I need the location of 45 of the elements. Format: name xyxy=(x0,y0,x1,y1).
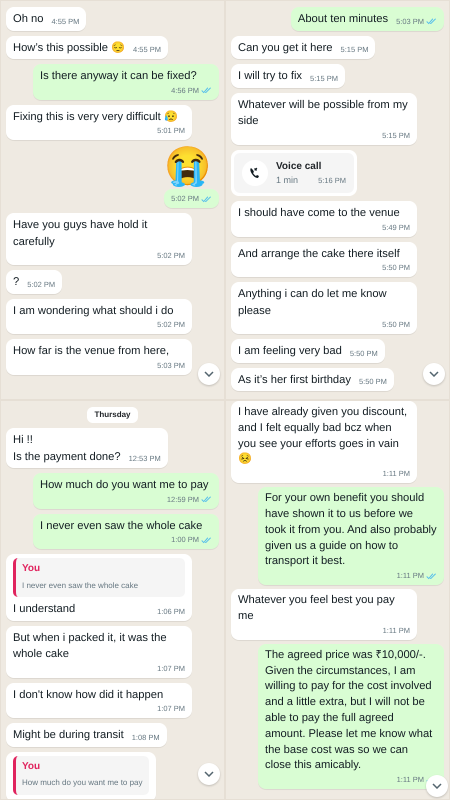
message-text: Oh no xyxy=(13,12,44,27)
message-text: How far is the venue from here, xyxy=(13,344,170,359)
message-text: I should have come to the venue xyxy=(238,206,400,221)
scroll-down-button[interactable] xyxy=(198,363,220,385)
call-duration: 1 min xyxy=(276,174,298,186)
message-text: I will try to fix xyxy=(238,69,302,84)
quote-author: You xyxy=(22,562,42,576)
message-text: The agreed price was ₹10,000/-. Given the circumstances, I am willing to pay for the cost involved and a little extra, but I will not be able to pay the full agreed amount. Please let me know what the base cost was so we can close this amicably. xyxy=(265,648,434,774)
message-text: ? xyxy=(13,275,20,290)
quote-text: I never even saw the whole cake xyxy=(22,580,140,592)
chevron-down-icon xyxy=(429,371,439,377)
message-text: Hi !! Is the payment done? xyxy=(13,433,121,464)
message-text: But when i packed it, it was the whole cake xyxy=(13,630,168,662)
message-text: How much do you want me to pay xyxy=(40,478,209,493)
message-text: Might be during transit xyxy=(13,728,124,743)
message-text: And arrange the cake there itself xyxy=(238,246,400,262)
message-text: I never even saw the whole cake xyxy=(40,518,202,534)
message-text: For your own benefit you should have shown it to us before we took it from you. And also probably given us a guide on how to transport it best. xyxy=(265,491,437,570)
message-text: I am wondering what should i do xyxy=(13,304,174,318)
scroll-down-button[interactable] xyxy=(423,363,445,385)
chevron-down-icon xyxy=(204,371,214,377)
message-text: Anything i can do let me know please xyxy=(238,287,388,318)
message-text: Is there anyway it can be fixed? xyxy=(40,69,197,84)
message-text: How’s this possible 😔 xyxy=(13,40,126,56)
message-text: Whatever will be possible from my side xyxy=(238,98,409,129)
chevron-down-icon xyxy=(204,771,214,777)
chevron-down-icon xyxy=(432,783,442,789)
quote-author: You xyxy=(22,760,42,774)
message-text: I understand xyxy=(13,602,76,617)
message-text: Can you get it here xyxy=(238,40,333,56)
message-text: As it’s her first birthday xyxy=(238,372,351,388)
message-text: I am feeling very bad xyxy=(238,344,342,359)
message-text: About ten minutes xyxy=(298,12,388,27)
message-text: I have already given you discount, and I felt equally bad bcz when you see your efforts goes in vain 😣 xyxy=(238,405,408,468)
message-text: Have you guys have hold it carefully xyxy=(13,218,148,250)
emoji-message: 😭 xyxy=(164,145,211,189)
phone-icon xyxy=(242,160,268,186)
call-title: Voice call xyxy=(276,160,322,174)
message-text: I don't know how did it happen xyxy=(13,688,164,702)
date-chip: Thursday xyxy=(87,407,138,423)
message-text: Fixing this is very very difficult 😥 xyxy=(13,110,178,124)
scroll-down-button[interactable] xyxy=(426,775,448,797)
scroll-down-button[interactable] xyxy=(198,763,220,785)
quote-text: How much do you want me to pay xyxy=(22,777,143,789)
message-text: Whatever you feel best you pay me xyxy=(238,593,396,624)
